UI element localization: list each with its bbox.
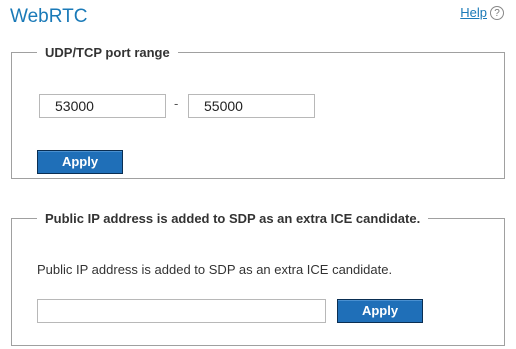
port-range-section: UDP/TCP port range - Apply <box>11 45 505 179</box>
port-range-separator: - <box>174 96 179 111</box>
port-range-apply-button[interactable]: Apply <box>37 150 123 174</box>
port-start-input[interactable] <box>39 94 166 118</box>
public-ip-input[interactable] <box>37 299 326 323</box>
question-circle-icon[interactable]: ? <box>490 5 504 20</box>
port-range-legend: UDP/TCP port range <box>45 45 170 60</box>
public-ip-apply-button[interactable]: Apply <box>337 299 423 323</box>
port-end-input[interactable] <box>188 94 315 118</box>
public-ip-legend: Public IP address is added to SDP as an … <box>45 211 421 226</box>
page-title: WebRTC <box>10 6 88 27</box>
public-ip-section: Public IP address is added to SDP as an … <box>11 211 505 346</box>
public-ip-description: Public IP address is added to SDP as an … <box>37 262 393 277</box>
help-link-group[interactable]: Help ? <box>460 5 504 20</box>
help-link[interactable]: Help <box>460 5 487 20</box>
